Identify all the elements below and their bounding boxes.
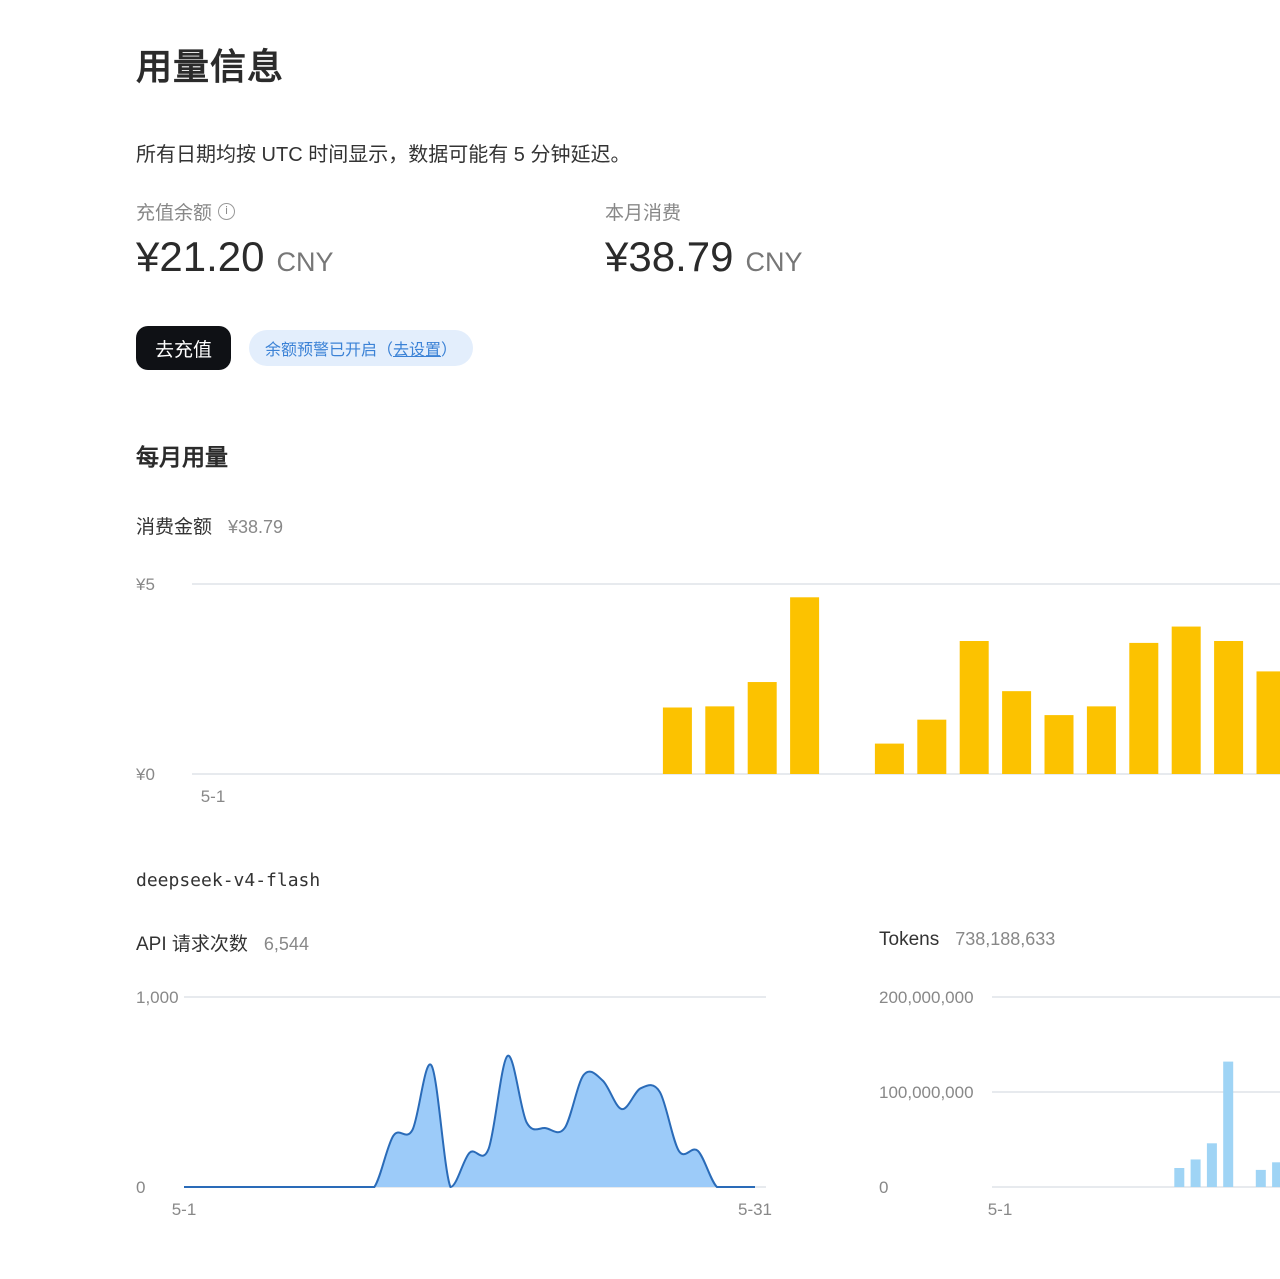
tokens-bar[interactable] [1174,1168,1185,1187]
spend-bar[interactable] [1256,671,1280,774]
spend-chart: ¥0 ¥5 5-1 [135,575,1280,806]
requests-x-tick-label: 5-31 [738,1200,772,1219]
monthly-spend-label-row: 本月消费 [605,198,802,225]
tokens-bar[interactable] [1190,1159,1201,1187]
spend-bar[interactable] [705,706,735,774]
requests-chart-label: API 请求次数 [136,934,248,955]
alert-settings-link[interactable]: 去设置 [393,336,441,360]
spend-bar[interactable] [874,743,904,774]
spend-y-tick-label: ¥5 [135,575,155,594]
requests-chart-total: 6,544 [263,934,309,954]
spend-bar[interactable] [1086,706,1116,774]
info-icon[interactable]: i [218,203,236,220]
spend-bar[interactable] [790,597,820,774]
tokens-bar[interactable] [1255,1169,1266,1187]
spend-bar[interactable] [1129,642,1159,774]
spend-chart-label: 消费金额 [136,517,213,538]
monthly-spend-value-row: ¥38.79 CNY [605,233,802,281]
tokens-y-tick-label: 100,000,000 [879,1083,974,1102]
balance-value-row: ¥21.20 CNY [136,233,333,281]
spend-y-tick-label: ¥0 [135,765,155,784]
monthly-spend-label: 本月消费 [605,203,682,224]
spend-bar[interactable] [1002,691,1032,774]
alert-prefix: 余额预警已开启（ [265,342,394,359]
balance-alert-badge: 余额预警已开启（ 去设置） [249,330,474,366]
tokens-y-tick-label: 0 [879,1178,888,1197]
tokens-chart-header: Tokens 738,188,633 [879,929,1055,951]
tokens-x-tick-label: 5-1 [988,1200,1013,1219]
tokens-bar[interactable] [1206,1143,1217,1187]
tokens-y-tick-label: 200,000,000 [879,988,974,1007]
monthly-usage-title: 每月用量 [136,444,228,470]
utc-notice: 所有日期均按 UTC 时间显示，数据可能有 5 分钟延迟。 [136,144,631,166]
spend-x-tick-label: 5-1 [201,787,226,806]
requests-x-tick-label: 5-1 [172,1200,197,1219]
monthly-spend-unit: CNY [745,247,803,277]
monthly-spend-value: ¥38.79 [605,233,734,280]
tokens-bar[interactable] [1223,1061,1234,1187]
balance-value: ¥21.20 [136,233,265,280]
model-name: deepseek-v4-flash [136,870,321,891]
spend-bar[interactable] [662,707,692,775]
balance-block: 充值余额 i ¥21.20 CNY [136,198,333,281]
tokens-chart: 0 100,000,000 200,000,000 5-1 [879,988,1280,1219]
alert-suffix: ） [441,342,458,359]
spend-bar[interactable] [959,641,989,774]
page-title: 用量信息 [136,46,285,87]
tokens-chart-total: 738,188,633 [955,929,1056,949]
monthly-spend-block: 本月消费 ¥38.79 CNY [605,198,802,281]
requests-chart: 0 1,000 5-1 5-31 [136,988,772,1219]
balance-unit: CNY [276,247,334,277]
spend-bar[interactable] [1044,715,1074,774]
spend-chart-header: 消费金额 ¥38.79 [136,512,283,539]
spend-bar[interactable] [1171,626,1201,774]
spend-bar[interactable] [1214,641,1244,774]
requests-chart-header: API 请求次数 6,544 [136,929,309,956]
tokens-chart-label: Tokens [879,929,940,950]
requests-y-tick-label: 1,000 [136,988,179,1007]
requests-y-tick-label: 0 [136,1178,145,1197]
spend-bar[interactable] [747,682,777,774]
tokens-bar[interactable] [1272,1162,1280,1187]
balance-label: 充值余额 [136,203,213,224]
recharge-button[interactable]: 去充值 [136,326,231,370]
balance-label-row: 充值余额 i [136,198,333,225]
spend-bar[interactable] [917,719,947,774]
spend-chart-total: ¥38.79 [228,517,284,537]
